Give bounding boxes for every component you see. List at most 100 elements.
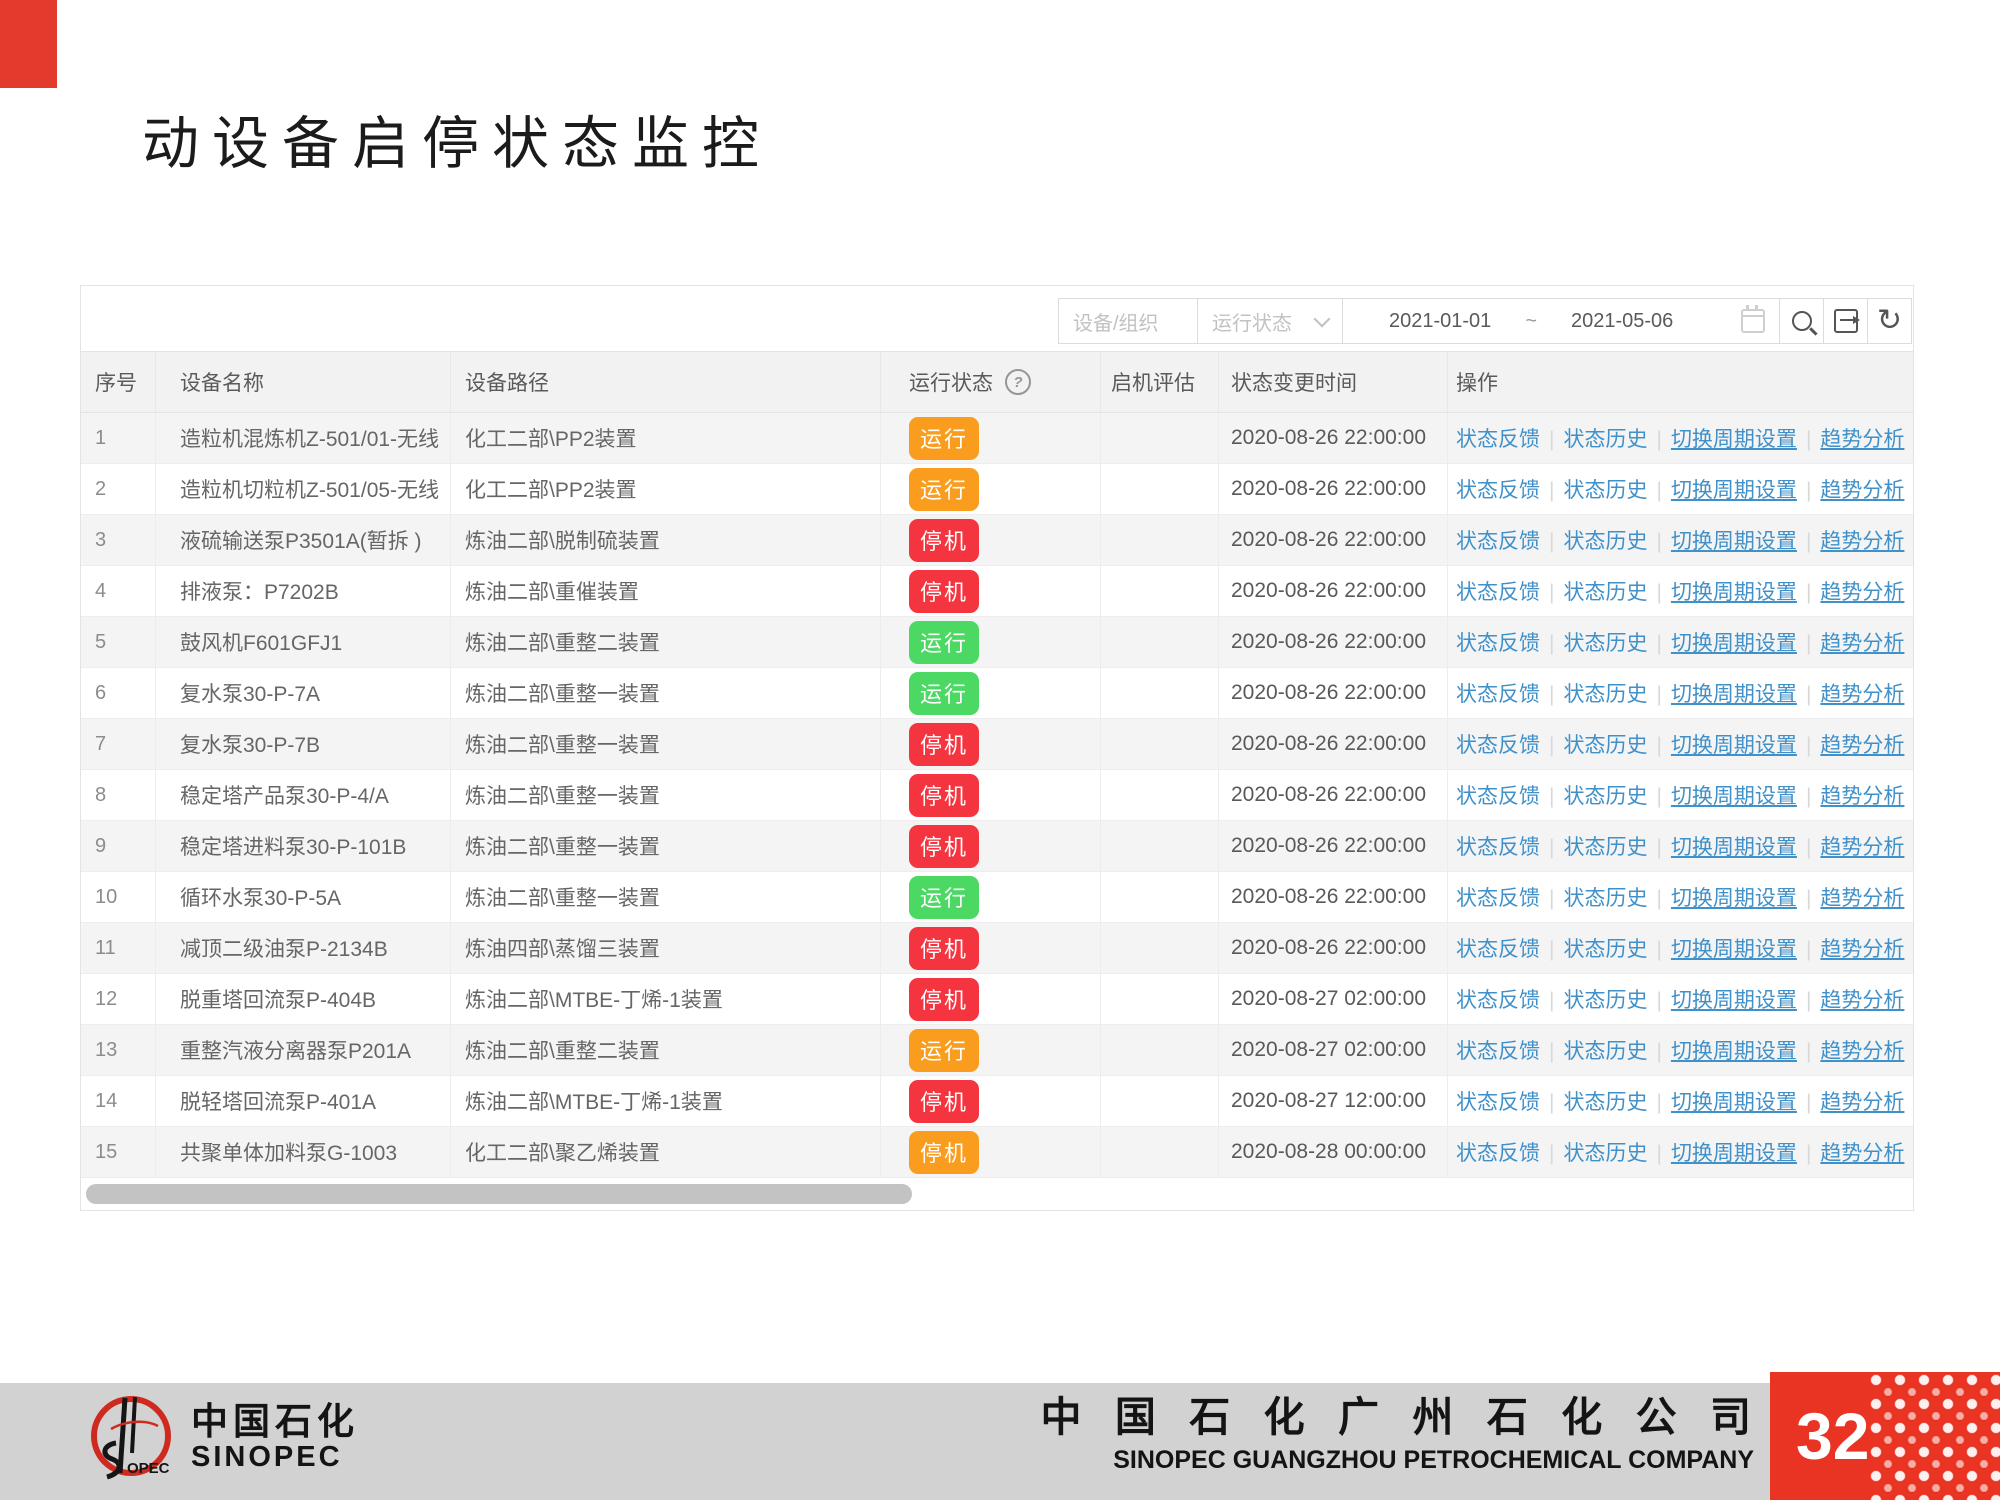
action-separator: | <box>1549 1091 1554 1114</box>
action-link[interactable]: 状态历史 <box>1563 1040 1647 1063</box>
action-link[interactable]: 状态反馈 <box>1456 683 1540 706</box>
action-link[interactable]: 切换周期设置 <box>1671 632 1797 655</box>
action-link[interactable]: 状态历史 <box>1563 836 1647 859</box>
date-separator: ~ <box>1525 310 1537 333</box>
export-button[interactable] <box>1823 298 1868 344</box>
action-link[interactable]: 状态历史 <box>1563 479 1647 502</box>
status-change-time-cell: 2020-08-26 22:00:00 <box>1219 923 1448 973</box>
action-link[interactable]: 状态历史 <box>1563 632 1647 655</box>
action-link[interactable]: 切换周期设置 <box>1671 785 1797 808</box>
action-link[interactable]: 状态反馈 <box>1456 1142 1540 1165</box>
action-link[interactable]: 切换周期设置 <box>1671 683 1797 706</box>
startup-assessment-cell <box>1101 974 1219 1024</box>
action-separator: | <box>1806 887 1811 910</box>
help-icon[interactable] <box>1005 369 1031 395</box>
startup-assessment-cell <box>1101 1127 1219 1177</box>
action-link[interactable]: 状态历史 <box>1563 1091 1647 1114</box>
device-org-input[interactable]: 设备/组织 <box>1058 298 1198 344</box>
action-link[interactable]: 趋势分析 <box>1820 683 1904 706</box>
action-link[interactable]: 切换周期设置 <box>1671 836 1797 859</box>
action-link[interactable]: 状态反馈 <box>1456 887 1540 910</box>
action-link[interactable]: 趋势分析 <box>1820 785 1904 808</box>
action-link[interactable]: 切换周期设置 <box>1671 479 1797 502</box>
action-link[interactable]: 状态反馈 <box>1456 836 1540 859</box>
action-link[interactable]: 切换周期设置 <box>1671 887 1797 910</box>
action-separator: | <box>1656 581 1661 604</box>
table-row: 14 脱轻塔回流泵P-401A 炼油二部\MTBE-丁烯-1装置 停机 2020… <box>81 1076 1913 1127</box>
action-link[interactable]: 状态反馈 <box>1456 479 1540 502</box>
action-link[interactable]: 状态反馈 <box>1456 1040 1540 1063</box>
action-link[interactable]: 状态历史 <box>1563 683 1647 706</box>
run-status-select[interactable]: 运行状态 <box>1197 298 1343 344</box>
date-start[interactable]: 2021-01-01 <box>1389 310 1491 333</box>
action-link[interactable]: 状态反馈 <box>1456 1091 1540 1114</box>
action-link[interactable]: 切换周期设置 <box>1671 1142 1797 1165</box>
action-link[interactable]: 趋势分析 <box>1820 1142 1904 1165</box>
action-link[interactable]: 切换周期设置 <box>1671 1040 1797 1063</box>
action-separator: | <box>1806 1091 1811 1114</box>
action-link[interactable]: 状态历史 <box>1563 785 1647 808</box>
startup-assessment-cell <box>1101 770 1219 820</box>
status-badge: 停机 <box>909 1080 979 1123</box>
action-link[interactable]: 切换周期设置 <box>1671 938 1797 961</box>
status-badge: 停机 <box>909 927 979 970</box>
action-link[interactable]: 状态反馈 <box>1456 785 1540 808</box>
action-link[interactable]: 状态历史 <box>1563 734 1647 757</box>
action-link[interactable]: 趋势分析 <box>1820 1040 1904 1063</box>
action-separator: | <box>1656 479 1661 502</box>
row-actions: 状态反馈|状态历史|切换周期设置|趋势分析 <box>1448 1025 1913 1075</box>
refresh-button[interactable]: ↻ <box>1867 298 1912 344</box>
action-link[interactable]: 趋势分析 <box>1820 938 1904 961</box>
device-path-cell: 化工二部\聚乙烯装置 <box>451 1127 881 1177</box>
action-link[interactable]: 状态历史 <box>1563 428 1647 451</box>
action-link[interactable]: 状态历史 <box>1563 989 1647 1012</box>
table-row: 1 造粒机混炼机Z-501/01-无线 化工二部\PP2装置 运行 2020-0… <box>81 413 1913 464</box>
action-link[interactable]: 切换周期设置 <box>1671 734 1797 757</box>
action-link[interactable]: 状态反馈 <box>1456 530 1540 553</box>
action-link[interactable]: 状态反馈 <box>1456 734 1540 757</box>
action-link[interactable]: 趋势分析 <box>1820 836 1904 859</box>
action-link[interactable]: 趋势分析 <box>1820 428 1904 451</box>
action-link[interactable]: 状态历史 <box>1563 887 1647 910</box>
action-link[interactable]: 趋势分析 <box>1820 887 1904 910</box>
search-button[interactable] <box>1779 298 1824 344</box>
action-link[interactable]: 趋势分析 <box>1820 479 1904 502</box>
action-separator: | <box>1806 785 1811 808</box>
row-actions: 状态反馈|状态历史|切换周期设置|趋势分析 <box>1448 617 1913 667</box>
action-link[interactable]: 状态反馈 <box>1456 581 1540 604</box>
status-badge: 运行 <box>909 468 979 511</box>
action-link[interactable]: 状态历史 <box>1563 938 1647 961</box>
refresh-icon: ↻ <box>1877 306 1902 336</box>
action-link[interactable]: 切换周期设置 <box>1671 428 1797 451</box>
action-separator: | <box>1549 479 1554 502</box>
action-link[interactable]: 切换周期设置 <box>1671 581 1797 604</box>
scrollbar-thumb[interactable] <box>86 1184 912 1204</box>
device-path-cell: 化工二部\PP2装置 <box>451 464 881 514</box>
action-link[interactable]: 状态历史 <box>1563 1142 1647 1165</box>
date-range-picker[interactable]: 2021-01-01 ~ 2021-05-06 <box>1342 298 1780 344</box>
action-link[interactable]: 状态反馈 <box>1456 428 1540 451</box>
action-link[interactable]: 趋势分析 <box>1820 989 1904 1012</box>
status-badge: 停机 <box>909 570 979 613</box>
company-name-cn: 中 国 石 化 广 州 石 化 公 司 <box>1040 1393 1754 1442</box>
row-number-cell: 7 <box>81 719 156 769</box>
action-link[interactable]: 状态反馈 <box>1456 938 1540 961</box>
action-link[interactable]: 状态历史 <box>1563 581 1647 604</box>
action-link[interactable]: 状态历史 <box>1563 530 1647 553</box>
action-link[interactable]: 趋势分析 <box>1820 581 1904 604</box>
filter-bar: 设备/组织 运行状态 2021-01-01 ~ 2021-05-06 ↻ <box>1059 298 1912 344</box>
action-link[interactable]: 趋势分析 <box>1820 530 1904 553</box>
action-link[interactable]: 切换周期设置 <box>1671 530 1797 553</box>
action-link[interactable]: 切换周期设置 <box>1671 1091 1797 1114</box>
device-name-cell: 减顶二级油泵P-2134B <box>156 923 451 973</box>
device-path-cell: 炼油二部\重整一装置 <box>451 770 881 820</box>
action-link[interactable]: 切换周期设置 <box>1671 989 1797 1012</box>
action-link[interactable]: 趋势分析 <box>1820 632 1904 655</box>
action-link[interactable]: 趋势分析 <box>1820 734 1904 757</box>
action-separator: | <box>1656 887 1661 910</box>
action-link[interactable]: 趋势分析 <box>1820 1091 1904 1114</box>
date-end[interactable]: 2021-05-06 <box>1571 310 1673 333</box>
action-link[interactable]: 状态反馈 <box>1456 632 1540 655</box>
header-cell-time: 状态变更时间 <box>1219 352 1448 412</box>
action-link[interactable]: 状态反馈 <box>1456 989 1540 1012</box>
